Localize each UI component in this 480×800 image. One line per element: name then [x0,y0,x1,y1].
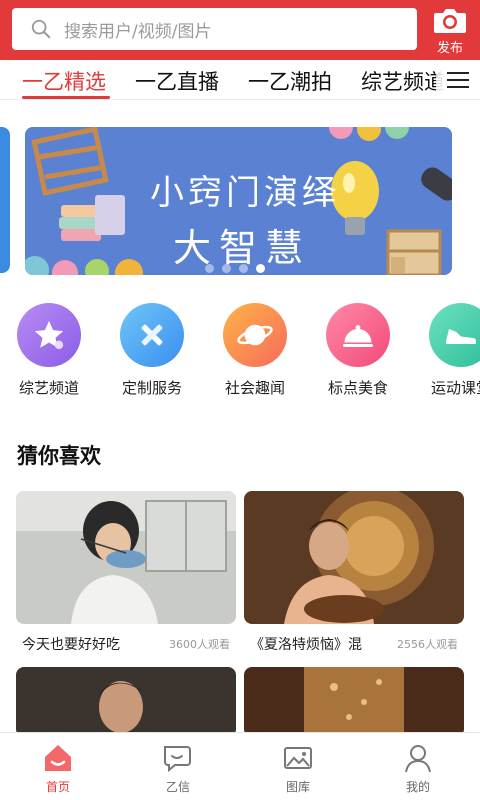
category-label: 运动课堂 [430,379,480,397]
publish-button[interactable]: 发布 [430,6,470,56]
publish-label: 发布 [436,41,463,56]
tab-variety[interactable]: 综艺频道 [361,66,445,96]
view-count: 3600人观看 [169,638,230,651]
channel-tabs: 一乙精选 一乙直播 一乙潮拍 综艺频道 [0,60,480,100]
chat-icon [164,746,191,773]
camera-icon [434,9,466,33]
nav-label: 乙信 [165,780,190,794]
carousel-indicator [205,264,265,273]
food-cloche-icon [326,303,390,367]
view-count: 2556人观看 [397,638,458,651]
video-card[interactable]: 今天也要好好吃 3600人观看 [16,491,236,654]
tab-live[interactable]: 一乙直播 [135,66,219,96]
video-card[interactable]: 《夏洛特烦恼》混 2556人观看 [244,491,464,654]
tab-featured[interactable]: 一乙精选 [22,66,106,96]
video-thumbnail[interactable] [244,667,464,737]
video-card[interactable] [16,667,236,737]
gallery-icon [284,747,312,769]
nav-gallery[interactable]: 图库 [258,741,338,795]
home-icon [45,745,71,771]
nav-messages[interactable]: 乙信 [138,741,218,795]
tab-menu-button[interactable] [436,60,480,99]
section-title: 猜你喜欢 [17,444,101,468]
category-social-news[interactable]: 社会趣闻 [205,303,305,398]
category-variety[interactable]: 综艺频道 [0,303,99,398]
category-label: 综艺频道 [18,379,79,397]
carousel-dot[interactable] [239,264,248,273]
search-placeholder: 搜索用户/视频/图片 [64,21,212,42]
category-shortcuts: 综艺频道 定制服务 社会趣闻 标点美食 运动课堂 [0,303,480,403]
category-label: 社会趣闻 [224,379,285,397]
search-bar[interactable]: 搜索用户/视频/图片 [12,8,417,50]
user-icon [405,745,431,773]
planet-icon [223,303,287,367]
carousel-dot-active[interactable] [256,264,265,273]
tab-trendy-shots[interactable]: 一乙潮拍 [248,66,332,96]
search-icon [31,19,51,39]
bottom-navigation: 首页 乙信 图库 我的 [0,732,480,800]
nav-label: 图库 [285,780,310,794]
video-thumbnail[interactable] [16,667,236,737]
star-icon [17,303,81,367]
category-label: 标点美食 [327,379,388,397]
nav-profile[interactable]: 我的 [378,741,458,795]
nav-label: 首页 [45,780,70,794]
sneaker-icon [429,303,480,367]
category-custom-service[interactable]: 定制服务 [102,303,202,398]
banner-carousel[interactable]: 小窍门演绎 大智慧 [25,127,452,275]
carousel-dot[interactable] [205,264,214,273]
banner-headline: 小窍门演绎 [150,173,340,213]
category-food[interactable]: 标点美食 [308,303,408,398]
category-label: 定制服务 [121,379,182,397]
nav-label: 我的 [405,780,430,794]
video-thumbnail[interactable] [244,491,464,624]
nav-home[interactable]: 首页 [18,741,98,795]
video-thumbnail[interactable] [16,491,236,624]
video-card[interactable] [244,667,464,737]
category-sports[interactable]: 运动课堂 [411,303,480,398]
carousel-dot[interactable] [222,264,231,273]
tools-icon [120,303,184,367]
banner-previous-slide[interactable] [0,127,10,273]
top-header: 搜索用户/视频/图片 发布 [0,0,480,60]
menu-icon [447,71,469,88]
video-title: 《夏洛特烦恼》混 [250,637,362,653]
video-title: 今天也要好好吃 [22,637,120,653]
active-tab-indicator [22,96,110,99]
